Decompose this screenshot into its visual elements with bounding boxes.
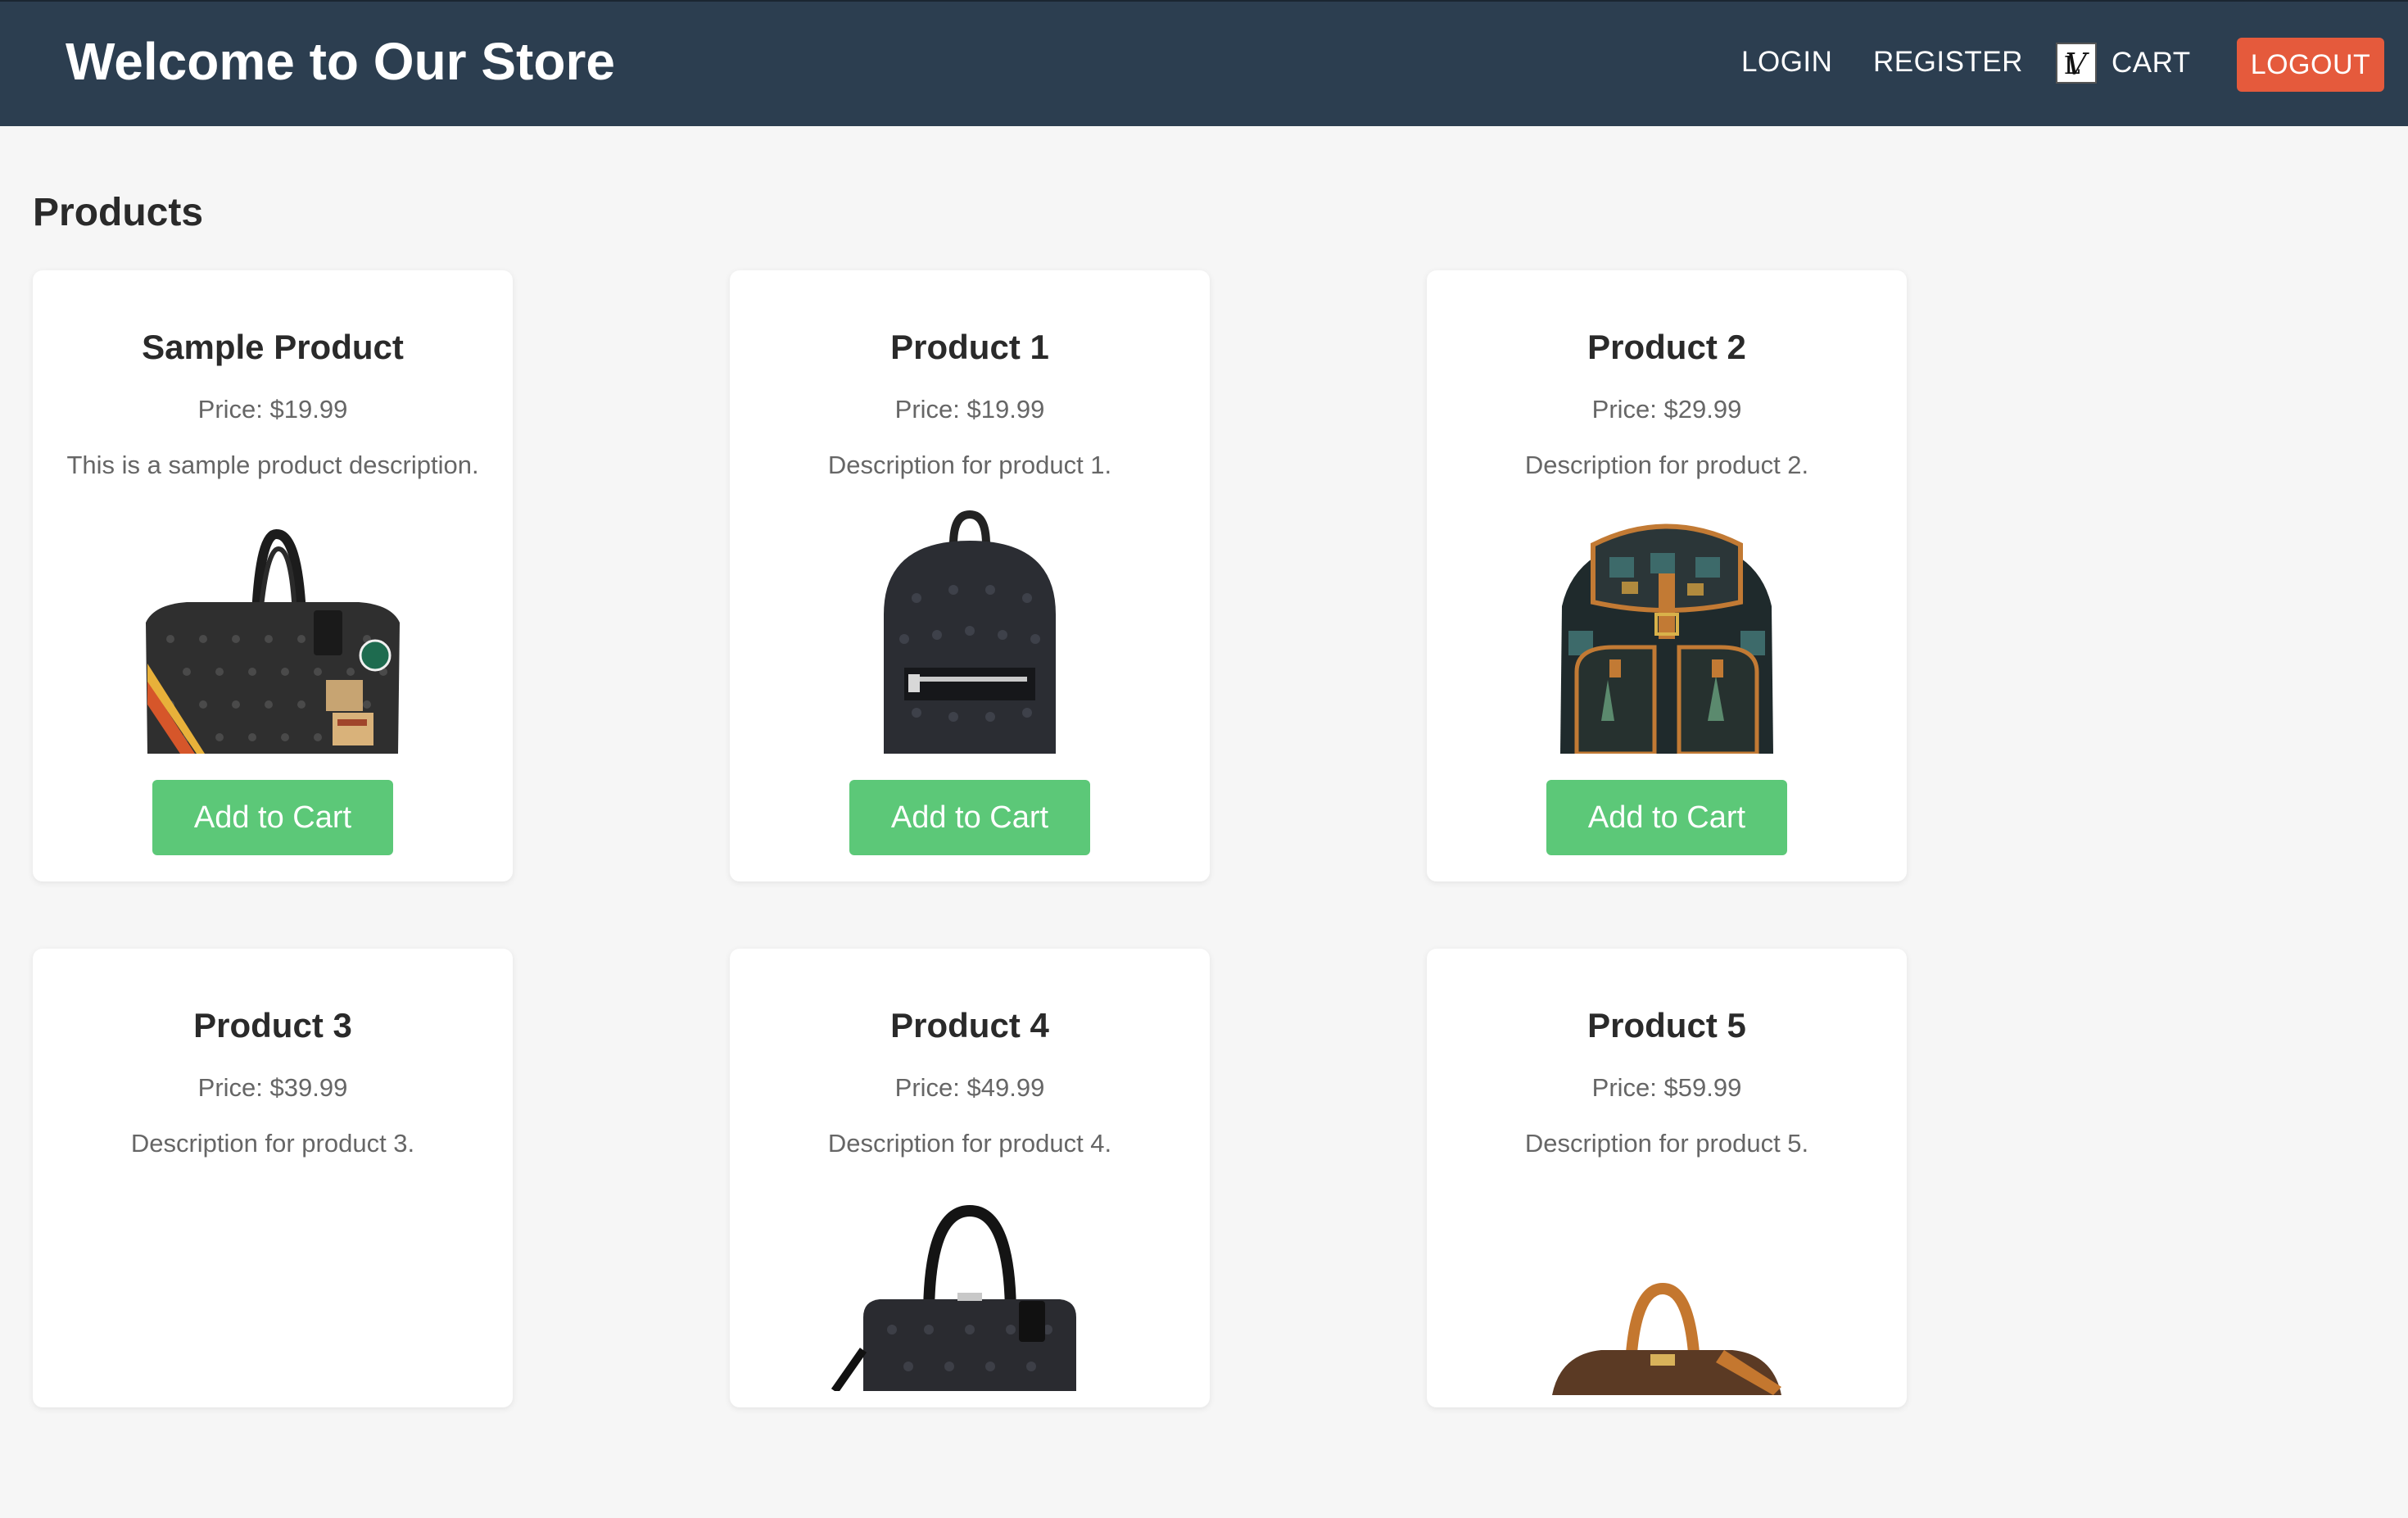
product-description: Description for product 3. [130,1129,415,1158]
login-link[interactable]: LOGIN [1741,46,1832,79]
svg-text:L: L [2064,52,2080,80]
product-description: Description for product 5. [1524,1129,1809,1158]
product-description: Description for product 2. [1524,451,1809,479]
product-description: This is a sample product description. [66,451,479,479]
patterned-backpack-image [1427,508,1907,754]
product-card: Product 5 Price: $59.99 Description for … [1427,949,1907,1407]
register-link[interactable]: REGISTER [1873,46,2023,79]
cart-label: CART [2112,47,2191,79]
product-name: Product 4 [890,1006,1049,1044]
product-price: Price: $59.99 [1591,1073,1742,1102]
product-card: Product 1 Price: $19.99 Description for … [730,270,1210,881]
product-name: Product 5 [1587,1006,1746,1044]
product-name: Product 1 [890,328,1049,366]
product-description: Description for product 1. [827,451,1112,479]
products-heading: Products [33,191,204,234]
product-card: Product 4 Price: $49.99 Description for … [730,949,1210,1407]
briefcase-image [730,1194,1210,1440]
brand-logo-icon: V L [2056,43,2097,84]
product-card: Sample Product Price: $19.99 This is a s… [33,270,513,881]
product-price: Price: $19.99 [894,395,1045,424]
product-price: Price: $39.99 [197,1073,348,1102]
add-to-cart-button[interactable]: Add to Cart [1546,780,1787,855]
product-price: Price: $19.99 [197,395,348,424]
product-card: Product 2 Price: $29.99 Description for … [1427,270,1907,881]
site-header: Welcome to Our Store LOGIN REGISTER V L … [0,0,2408,126]
product-name: Sample Product [142,328,404,366]
product-name: Product 2 [1587,328,1746,366]
cart-link[interactable]: V L CART [2056,43,2191,84]
product-price: Price: $49.99 [894,1073,1045,1102]
top-nav: LOGIN REGISTER V L CART [0,2,2408,128]
product-card: Product 3 Price: $39.99 Description for … [33,949,513,1407]
logout-button[interactable]: LOGOUT [2237,38,2384,92]
add-to-cart-button[interactable]: Add to Cart [849,780,1090,855]
duffel-bag-image [33,508,513,754]
product-price: Price: $29.99 [1591,395,1742,424]
brown-bag-image [1427,1272,1907,1518]
backpack-image [730,508,1210,754]
add-to-cart-button[interactable]: Add to Cart [152,780,393,855]
product-description: Description for product 4. [827,1129,1112,1158]
product-name: Product 3 [193,1006,352,1044]
